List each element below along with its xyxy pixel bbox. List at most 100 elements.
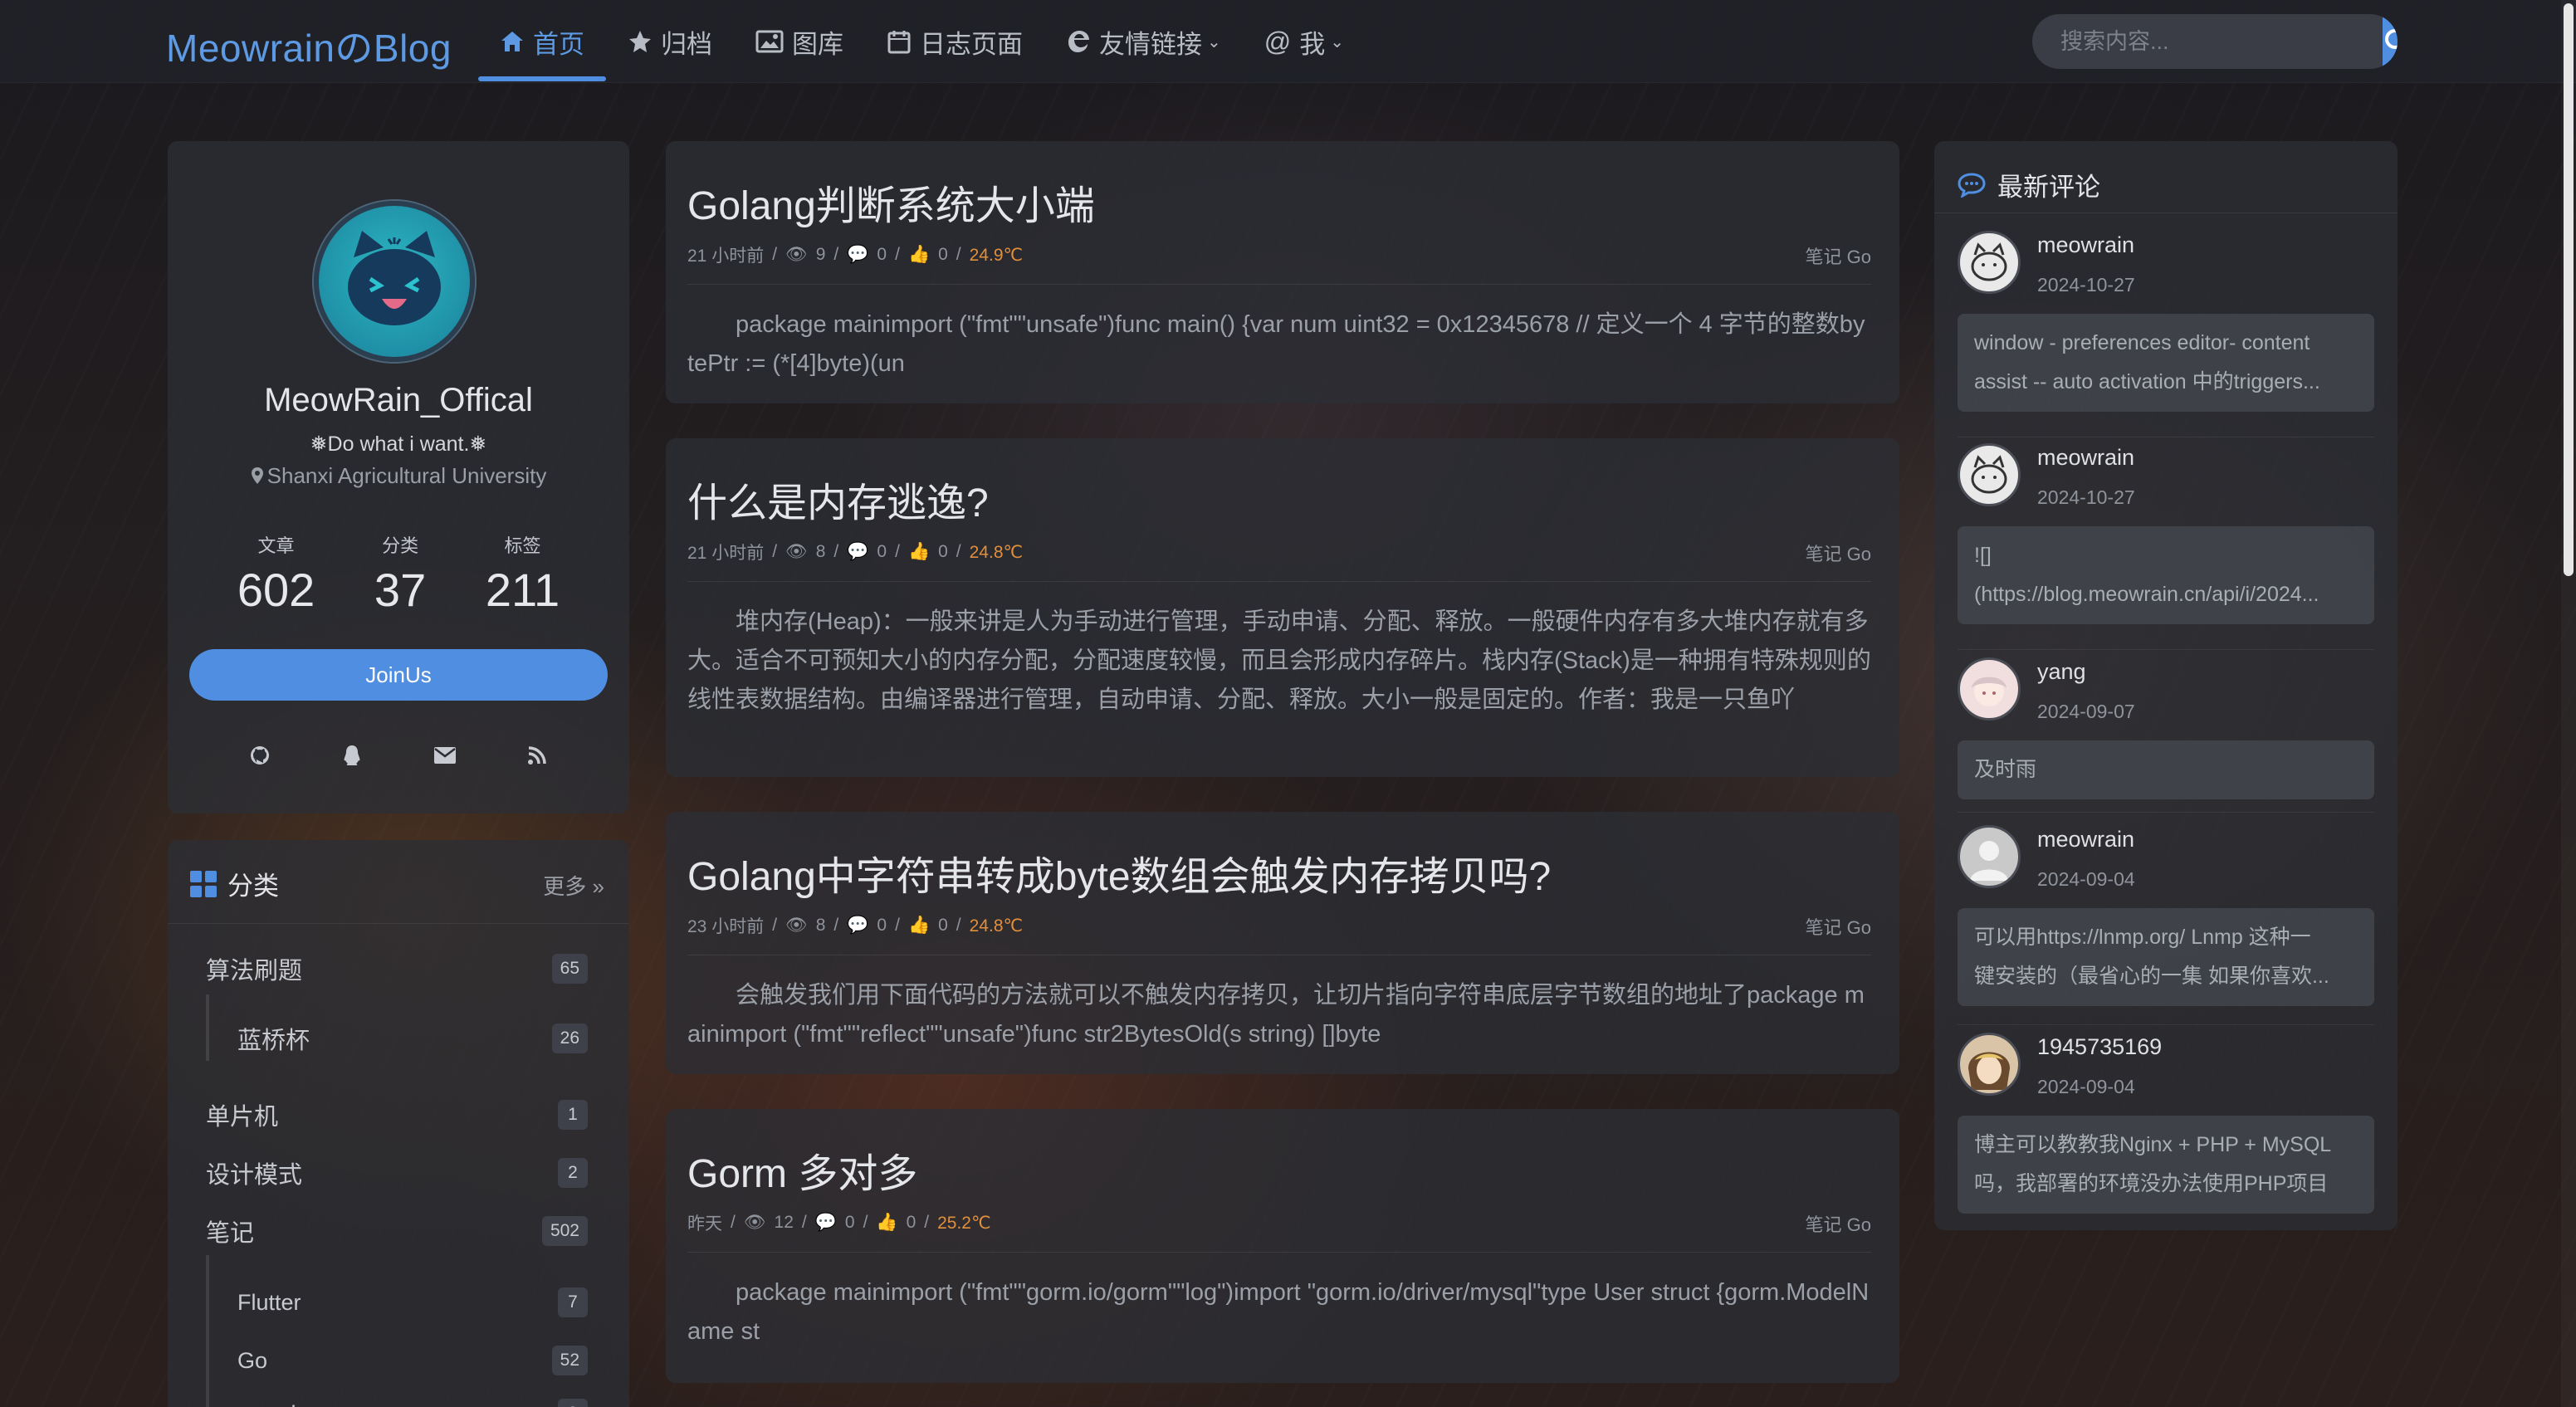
post-category[interactable]: 笔记 Go <box>1806 540 1871 566</box>
comment-line: 博主可以教教我Nginx + PHP + MySQL <box>1974 1133 2332 1156</box>
thumbs-up-icon: 👍 <box>907 916 931 935</box>
profile-motto: ❅Do what i want.❅ <box>310 432 487 456</box>
post-excerpt: 堆内存(Heap)：一般来讲是人为手动进行管理，手动申请、分配、释放。一般硬件内… <box>687 608 1871 713</box>
category-item[interactable]: 设计模式 2 <box>168 1152 629 1194</box>
divider <box>1958 1024 2374 1025</box>
nav-archive-label: 归档 <box>661 29 712 59</box>
double-chevron-right-icon: » <box>592 874 604 899</box>
comment-date: 2024-10-27 <box>2037 486 2135 508</box>
avatar[interactable] <box>1958 443 2021 506</box>
comment-line: window - preferences editor- content <box>1974 331 2310 354</box>
profile-name: MeowRain_Offical <box>264 382 533 418</box>
comment-user[interactable]: meowrain <box>2037 445 2134 471</box>
post-title[interactable]: 什么是内存逃逸? <box>687 470 989 528</box>
comment-body[interactable]: ![] (https://blog.meowrain.cn/api/i/2024… <box>1958 526 2374 624</box>
categories-more-text: 更多 <box>543 874 587 899</box>
stat-label: 文章 <box>257 535 295 556</box>
category-item[interactable]: Go 52 <box>168 1340 629 1381</box>
top-navbar: MeowrainのBlog 首页 归档 图库 日志页面 友情链接 ⌄ @ 我 ⌄ <box>0 0 2576 83</box>
site-brand[interactable]: MeowrainのBlog <box>166 18 452 73</box>
categories-more-link[interactable]: 更多 » <box>543 870 604 901</box>
category-count-badge: 2 <box>558 1158 588 1188</box>
stat-posts[interactable]: 文章 602 <box>237 531 315 617</box>
post-likes: 0 <box>938 542 948 561</box>
category-item[interactable]: 笔记 502 <box>168 1210 629 1252</box>
divider <box>168 923 629 924</box>
scrollbar-thumb[interactable] <box>2564 3 2574 576</box>
stat-value: 602 <box>237 564 315 616</box>
comment-user[interactable]: 1945735169 <box>2037 1034 2162 1060</box>
nav-me[interactable]: @ 我 ⌄ <box>1243 0 1366 83</box>
nav-home[interactable]: 首页 <box>478 0 606 83</box>
categories-header: 分类 <box>189 865 279 902</box>
stat-categories[interactable]: 分类 37 <box>374 531 426 617</box>
comment-body[interactable]: 可以用https://lnmp.org/ Lnmp 这种一 键安装的（最省心的一… <box>1958 908 2374 1006</box>
edge-icon <box>1068 31 1089 52</box>
nav-log[interactable]: 日志页面 <box>865 0 1044 83</box>
chevron-down-icon: ⌄ <box>1207 32 1221 51</box>
comment-user[interactable]: yang <box>2037 659 2086 685</box>
stat-label: 标签 <box>504 535 541 556</box>
stat-tags[interactable]: 标签 211 <box>486 531 560 617</box>
post-excerpt: package mainimport ("fmt""unsafe")func m… <box>687 311 1865 377</box>
post-category[interactable]: 笔记 Go <box>1806 1210 1871 1237</box>
category-item[interactable]: Flutter 7 <box>168 1282 629 1323</box>
comment-body[interactable]: 及时雨 <box>1958 740 2374 799</box>
divider <box>1958 812 2374 813</box>
cat-avatar-icon <box>348 231 441 325</box>
nav-friends[interactable]: 友情链接 ⌄ <box>1044 0 1243 83</box>
nav-gallery[interactable]: 图库 <box>734 0 865 83</box>
email-link[interactable] <box>428 739 462 772</box>
default-user-icon <box>1970 841 2008 881</box>
github-link[interactable] <box>243 739 276 772</box>
post-comments: 0 <box>877 245 887 264</box>
comment-icon: 💬 <box>847 245 869 264</box>
post-comments: 0 <box>877 916 887 935</box>
post-likes: 0 <box>906 1213 917 1232</box>
stat-value: 211 <box>485 564 560 616</box>
category-item[interactable]: 单片机 1 <box>168 1094 629 1136</box>
page-scrollbar[interactable] <box>2561 0 2576 1407</box>
post-comments: 0 <box>877 542 887 561</box>
comment-user[interactable]: meowrain <box>2037 232 2134 258</box>
post-card[interactable]: Golang中字符串转成byte数组会触发内存拷贝吗? 23 小时前 / 👁 8/ … <box>666 812 1899 1074</box>
star-icon <box>629 31 651 52</box>
nav-friends-label: 友情链接 <box>1099 29 1202 59</box>
post-card[interactable]: Gorm 多对多 昨天 / 👁 12/ 💬 0/ 👍 0/ 25.2℃ 笔记 Go pa… <box>666 1109 1899 1383</box>
category-name: 笔记 <box>206 1220 255 1247</box>
avatar[interactable] <box>1958 1033 2021 1096</box>
avatar[interactable] <box>1958 657 2021 721</box>
post-title[interactable]: Golang中字符串转成byte数组会触发内存拷贝吗? <box>687 843 1551 901</box>
join-us-button[interactable]: JoinUs <box>189 649 608 701</box>
post-temperature: 24.9℃ <box>969 245 1024 265</box>
avatar[interactable] <box>1958 825 2021 888</box>
comment-line: ![] <box>1974 544 1992 567</box>
profile-school: Shanxi Agricultural University <box>168 463 629 489</box>
divider <box>687 1252 1871 1253</box>
comment-user[interactable]: meowrain <box>2037 827 2134 853</box>
comment-body[interactable]: window - preferences editor- content ass… <box>1958 314 2374 412</box>
search-button[interactable] <box>2383 14 2398 69</box>
post-card[interactable]: 什么是内存逃逸? 21 小时前 / 👁 8/ 💬 0/ 👍 0/ 24.8℃ 笔记 Go… <box>666 438 1899 777</box>
comment-icon: 💬 <box>847 542 869 561</box>
avatar[interactable] <box>314 201 475 362</box>
avatar[interactable] <box>1958 231 2021 294</box>
stat-label: 分类 <box>382 535 419 556</box>
search-input[interactable] <box>2032 14 2383 69</box>
category-name: 算法刷题 <box>206 958 303 984</box>
comment-date: 2024-09-07 <box>2037 701 2135 722</box>
qq-link[interactable] <box>335 739 369 772</box>
rss-link[interactable] <box>521 739 554 772</box>
post-category[interactable]: 笔记 Go <box>1806 242 1871 269</box>
category-item[interactable]: mysql 3 <box>168 1393 629 1407</box>
post-category[interactable]: 笔记 Go <box>1806 913 1871 940</box>
category-item[interactable]: 蓝桥杯 26 <box>168 1018 629 1059</box>
post-title[interactable]: Golang判断系统大小端 <box>687 173 1095 231</box>
post-card[interactable]: Golang判断系统大小端 21 小时前 / 👁 9/ 💬 0/ 👍 0/ 24.9℃ … <box>666 141 1899 403</box>
post-comments: 0 <box>844 1213 855 1232</box>
post-title[interactable]: Gorm 多对多 <box>687 1141 917 1199</box>
profile-stats: 文章 602 分类 37 标签 211 <box>168 531 629 617</box>
nav-archive[interactable]: 归档 <box>606 0 734 83</box>
category-item[interactable]: 算法刷题 65 <box>168 948 629 989</box>
comment-body[interactable]: 博主可以教教我Nginx + PHP + MySQL 吗，我部署的环境没办法使用… <box>1958 1116 2374 1214</box>
